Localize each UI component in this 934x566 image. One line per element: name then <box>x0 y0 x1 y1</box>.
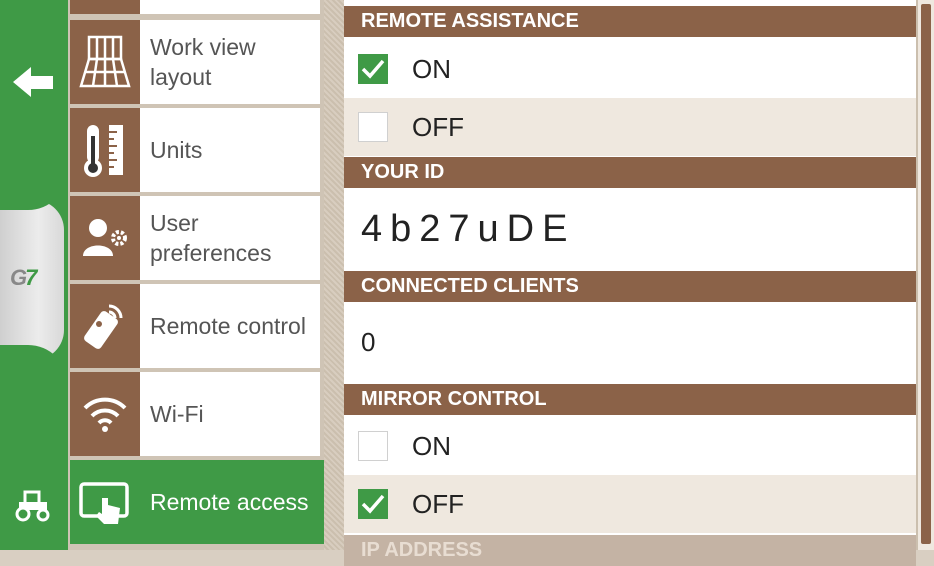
section-header-mirror-control: MIRROR CONTROL <box>344 384 916 415</box>
checkbox-unchecked[interactable] <box>358 431 388 461</box>
menu-item-label: Units <box>150 137 203 163</box>
g7-logo: G7 <box>10 265 37 290</box>
checkbox-checked[interactable] <box>358 54 388 84</box>
checkbox-unchecked[interactable] <box>358 112 388 142</box>
menu-item-label: Remote control <box>150 313 306 339</box>
tractor-button[interactable] <box>8 485 58 525</box>
option-label: ON <box>412 430 451 461</box>
remote-assistance-off-option[interactable]: OFF <box>344 98 916 156</box>
menu-item-work-view-layout[interactable]: Work view layout <box>70 20 320 104</box>
tractor-icon <box>15 490 50 522</box>
menu-item-wi-fi[interactable]: Wi-Fi <box>70 372 320 456</box>
back-arrow-icon <box>13 67 53 97</box>
your-id-value: 4b27uDE <box>361 207 576 250</box>
back-button[interactable] <box>8 62 58 102</box>
grid-layout-icon <box>79 35 131 88</box>
section-header-your-id: YOUR ID <box>344 157 916 188</box>
thermometer-ruler-icon <box>84 125 123 177</box>
remote-assistance-on-option[interactable]: ON <box>344 40 916 98</box>
tablet-touch-icon <box>79 482 129 524</box>
menu-item-label: Remote access <box>150 489 309 515</box>
mirror-control-on-option[interactable]: ON <box>344 417 916 475</box>
divider-texture <box>324 0 344 550</box>
section-header-connected-clients: CONNECTED CLIENTS <box>344 271 916 302</box>
mirror-control-off-option[interactable]: OFF <box>344 475 916 533</box>
menu-item-label: User preferences <box>150 210 272 266</box>
wifi-icon <box>83 397 127 432</box>
check-icon <box>361 59 385 79</box>
check-icon <box>361 494 385 514</box>
menu-item-units[interactable]: Units <box>70 108 320 192</box>
section-header-remote-assistance: REMOTE ASSISTANCE <box>344 6 916 37</box>
remote-control-icon <box>84 304 123 349</box>
section-header-ip-address: IP ADDRESS <box>344 535 916 566</box>
scrollbar[interactable] <box>916 0 934 550</box>
settings-menu: Work view layout Units User preferences … <box>68 0 348 550</box>
option-label: OFF <box>412 111 464 142</box>
menu-item-remote-control[interactable]: Remote control <box>70 284 320 368</box>
user-settings-icon <box>83 219 127 256</box>
menu-item-label: Wi-Fi <box>150 401 204 427</box>
connected-clients-value: 0 <box>361 326 376 357</box>
menu-item-label: Work view layout <box>150 34 256 90</box>
menu-item-remote-access[interactable]: Remote access <box>70 460 348 544</box>
side-rail: G7 <box>0 0 68 550</box>
scrollbar-thumb[interactable] <box>921 4 931 544</box>
menu-item-user-preferences[interactable]: User preferences <box>70 196 320 280</box>
option-label: OFF <box>412 488 464 519</box>
remote-access-panel: REMOTE ASSISTANCE ON OFF YOUR ID 4b27uDE… <box>344 0 916 566</box>
checkbox-checked[interactable] <box>358 489 388 519</box>
option-label: ON <box>412 53 451 84</box>
